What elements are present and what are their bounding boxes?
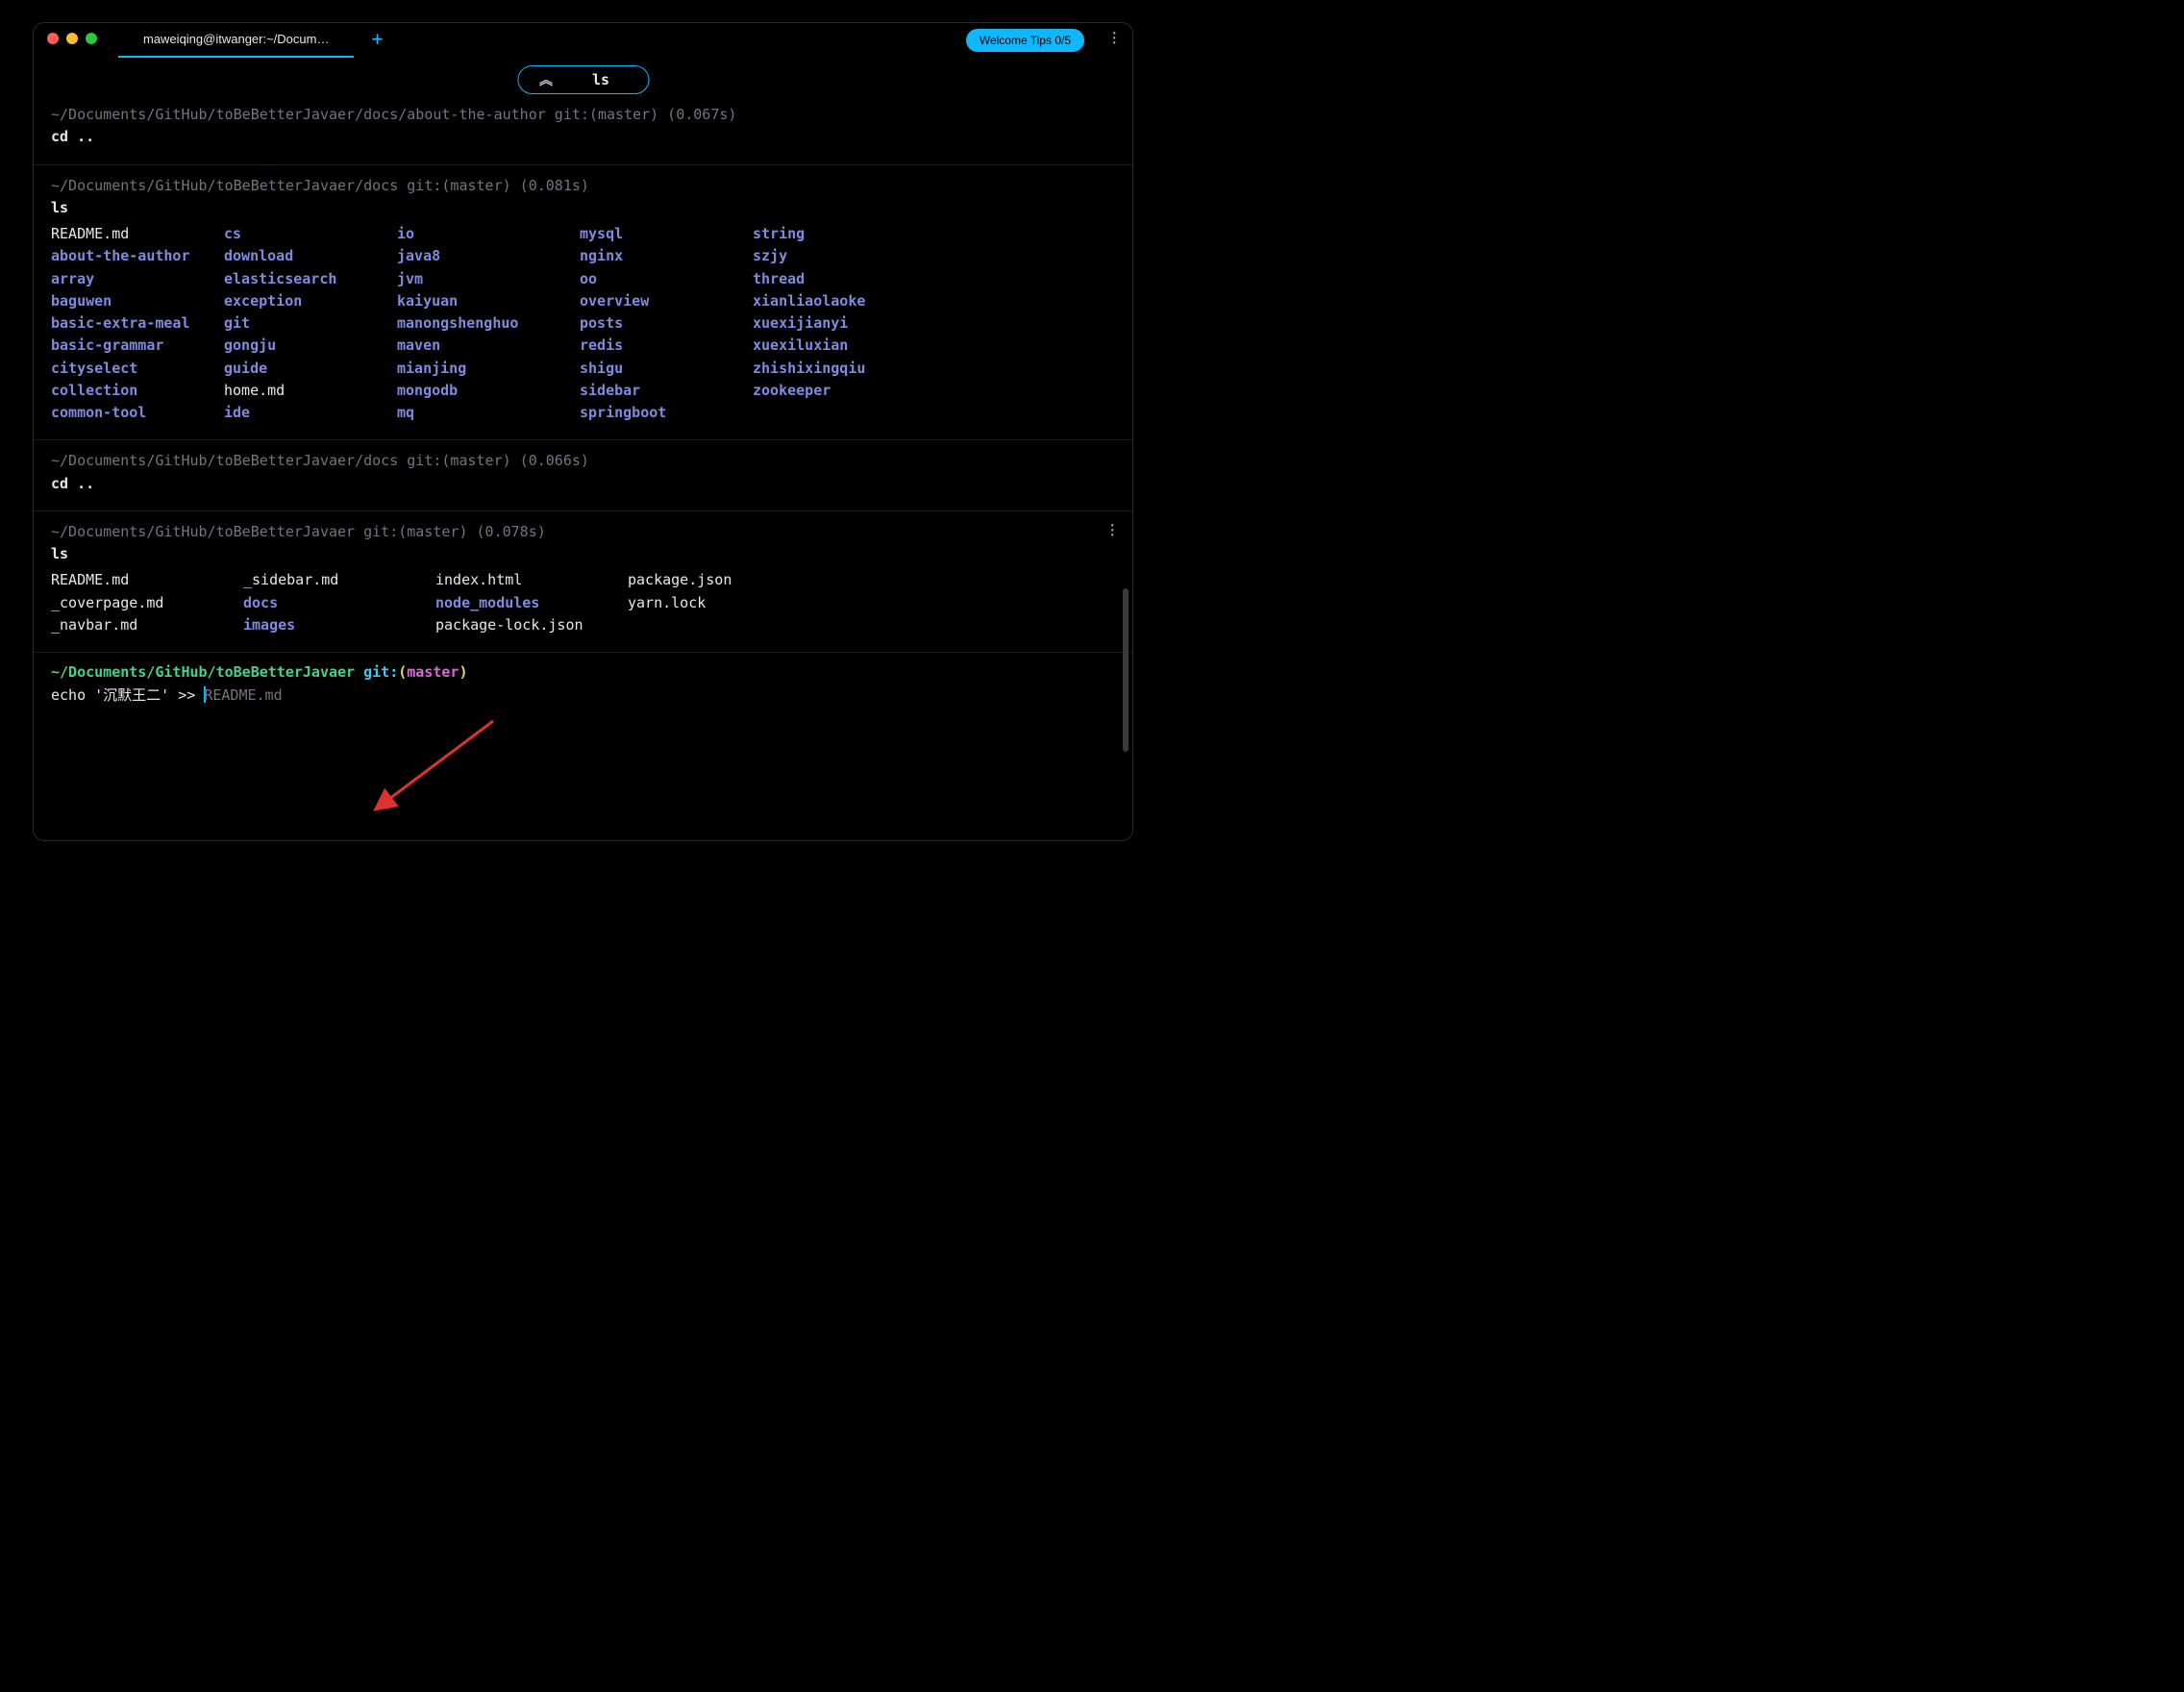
prompt-path: ~/Documents/GitHub/toBeBetterJavaer/docs…: [51, 450, 1115, 472]
active-prompt-line: ~/Documents/GitHub/toBeBetterJavaer git:…: [51, 660, 1115, 684]
directory-entry: kaiyuan: [397, 290, 580, 312]
directory-entry: guide: [224, 358, 397, 380]
prompt-git-label: git:: [363, 663, 398, 681]
directory-entry: redis: [580, 335, 753, 357]
command-text: cd ..: [51, 126, 1115, 148]
new-tab-button[interactable]: +: [371, 27, 383, 50]
window-controls: [47, 33, 97, 44]
directory-entry: exception: [224, 290, 397, 312]
file-entry: home.md: [224, 380, 397, 402]
directory-entry: io: [397, 223, 580, 245]
directory-entry: sidebar: [580, 380, 753, 402]
file-entry: _sidebar.md: [243, 569, 435, 591]
directory-entry: cityselect: [51, 358, 224, 380]
directory-entry: shigu: [580, 358, 753, 380]
file-entry: _navbar.md: [51, 614, 243, 636]
directory-entry: download: [224, 245, 397, 267]
directory-entry: collection: [51, 380, 224, 402]
directory-entry: basic-grammar: [51, 335, 224, 357]
directory-entry: mongodb: [397, 380, 580, 402]
directory-entry: oo: [580, 268, 753, 290]
history-block: ~/Documents/GitHub/toBeBetterJavaer/docs…: [34, 440, 1132, 511]
titlebar: maweiqing@itwanger:~/Docum… + Welcome Ti…: [34, 23, 1132, 54]
block-menu-icon[interactable]: ···: [1107, 523, 1117, 537]
directory-entry: thread: [753, 268, 926, 290]
directory-entry: mysql: [580, 223, 753, 245]
directory-entry: xianliaolaoke: [753, 290, 926, 312]
terminal-body: ︽ ls ~/Documents/GitHub/toBeBetterJavaer…: [34, 60, 1132, 840]
directory-entry: szjy: [753, 245, 926, 267]
directory-entry: array: [51, 268, 224, 290]
directory-entry: xuexiluxian: [753, 335, 926, 357]
directory-entry: mianjing: [397, 358, 580, 380]
directory-entry: gongju: [224, 335, 397, 357]
directory-entry: baguwen: [51, 290, 224, 312]
directory-entry: xuexijianyi: [753, 312, 926, 335]
file-entry: index.html: [435, 569, 628, 591]
file-entry: README.md: [51, 569, 243, 591]
prompt-branch: master: [407, 663, 459, 681]
history-block: ~/Documents/GitHub/toBeBetterJavaer/docs…: [34, 60, 1132, 165]
command-text: ls: [51, 543, 1115, 565]
command-input[interactable]: echo '沉默王二' >> README.md: [51, 684, 1115, 707]
directory-entry: manongshenghuo: [397, 312, 580, 335]
file-entry: README.md: [51, 223, 224, 245]
directory-entry: java8: [397, 245, 580, 267]
file-entry: package-lock.json: [435, 614, 628, 636]
directory-entry: springboot: [580, 402, 753, 424]
file-entry: yarn.lock: [628, 592, 820, 614]
history-block: ··· ~/Documents/GitHub/toBeBetterJavaer …: [34, 511, 1132, 653]
directory-entry: nginx: [580, 245, 753, 267]
annotation-arrow-icon: [349, 711, 503, 827]
directory-entry: posts: [580, 312, 753, 335]
zoom-icon[interactable]: [86, 33, 97, 44]
prompt-paren: (: [398, 663, 407, 681]
file-entry: _coverpage.md: [51, 592, 243, 614]
minimize-icon[interactable]: [66, 33, 78, 44]
prompt-path: ~/Documents/GitHub/toBeBetterJavaer git:…: [51, 521, 1115, 543]
directory-entry: basic-extra-meal: [51, 312, 224, 335]
overflow-menu-icon[interactable]: ···: [1109, 31, 1119, 45]
directory-entry: about-the-author: [51, 245, 224, 267]
ls-output: README.mdabout-the-authorarraybaguwenbas…: [51, 223, 1115, 424]
directory-entry: mq: [397, 402, 580, 424]
directory-entry: cs: [224, 223, 397, 245]
directory-entry: string: [753, 223, 926, 245]
directory-entry: zhishixingqiu: [753, 358, 926, 380]
welcome-tips-button[interactable]: Welcome Tips 0/5: [966, 29, 1084, 52]
directory-entry: maven: [397, 335, 580, 357]
directory-entry: elasticsearch: [224, 268, 397, 290]
tab-active[interactable]: maweiqing@itwanger:~/Docum…: [124, 26, 348, 52]
active-prompt-block[interactable]: ~/Documents/GitHub/toBeBetterJavaer git:…: [34, 653, 1132, 726]
directory-entry: git: [224, 312, 397, 335]
ls-output: README.md_coverpage.md_navbar.md _sidebar…: [51, 569, 1115, 636]
file-entry: package.json: [628, 569, 820, 591]
terminal-window: maweiqing@itwanger:~/Docum… + Welcome Ti…: [33, 22, 1133, 841]
directory-entry: docs: [243, 592, 435, 614]
scrollbar-thumb[interactable]: [1123, 588, 1129, 752]
prompt-path: ~/Documents/GitHub/toBeBetterJavaer/docs…: [51, 175, 1115, 197]
command-text: cd ..: [51, 473, 1115, 495]
input-suggestion: README.md: [204, 686, 282, 704]
close-icon[interactable]: [47, 33, 59, 44]
prompt-cwd: ~/Documents/GitHub/toBeBetterJavaer: [51, 663, 355, 681]
directory-entry: zookeeper: [753, 380, 926, 402]
directory-entry: node_modules: [435, 592, 628, 614]
history-block: ~/Documents/GitHub/toBeBetterJavaer/docs…: [34, 165, 1132, 441]
input-typed: echo '沉默王二' >>: [51, 686, 204, 704]
directory-entry: images: [243, 614, 435, 636]
directory-entry: jvm: [397, 268, 580, 290]
directory-entry: ide: [224, 402, 397, 424]
directory-entry: overview: [580, 290, 753, 312]
prompt-paren: ): [459, 663, 467, 681]
directory-entry: common-tool: [51, 402, 224, 424]
prompt-path: ~/Documents/GitHub/toBeBetterJavaer/docs…: [51, 104, 1115, 126]
command-text: ls: [51, 197, 1115, 219]
